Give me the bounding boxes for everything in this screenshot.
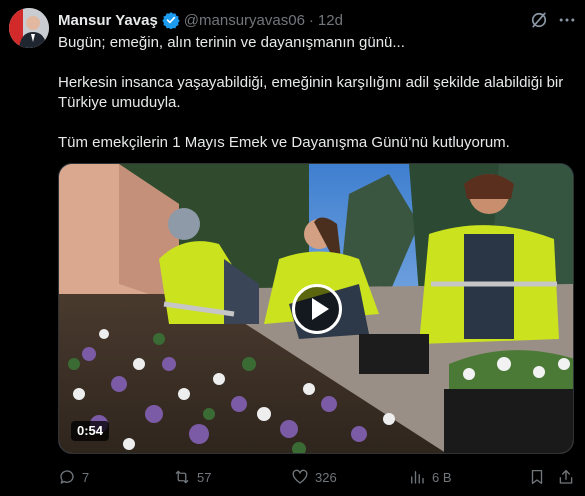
tweet[interactable]: Mansur Yavaş @mansuryavas06 · 12d Bugün;… (0, 0, 585, 496)
avatar[interactable] (9, 8, 49, 48)
tweet-text-line: Tüm emekçilerin 1 Mayıs Emek ve Dayanışm… (58, 134, 510, 151)
author-handle[interactable]: @mansuryavas06 (184, 12, 305, 29)
grok-icon[interactable] (529, 10, 549, 30)
play-icon[interactable] (292, 284, 342, 334)
like-icon (292, 469, 308, 484)
tweet-text-line: Türkiye umuduyla. (58, 94, 181, 111)
views-icon (411, 471, 424, 484)
video-player[interactable]: 0:54 (58, 163, 574, 454)
views-button[interactable]: 6 B (408, 466, 452, 488)
repost-count: 57 (197, 469, 212, 485)
video-duration: 0:54 (71, 421, 110, 441)
tweet-text: Bugün; emeğin, alın terinin ve dayanışma… (58, 33, 578, 153)
views-count: 6 B (432, 469, 452, 485)
repost-button[interactable]: 57 (173, 466, 211, 488)
reply-icon (60, 470, 74, 484)
timestamp[interactable]: 12d (318, 12, 343, 29)
reply-count: 7 (82, 469, 90, 485)
like-button[interactable]: 326 (291, 466, 337, 488)
action-bar: 7 57 326 6 B (58, 466, 578, 488)
like-count: 326 (315, 469, 337, 485)
verified-badge-icon (162, 12, 180, 29)
bookmark-button[interactable] (528, 466, 552, 488)
tweet-text-line: Herkesin insanca yaşayabildiği, emeğinin… (58, 74, 564, 91)
author-name[interactable]: Mansur Yavaş (58, 12, 158, 29)
share-icon (559, 469, 573, 484)
tweet-text-line: Bugün; emeğin, alın terinin ve dayanışma… (58, 34, 405, 51)
share-button[interactable] (557, 466, 581, 488)
bookmark-icon (531, 469, 543, 485)
reply-button[interactable]: 7 (58, 466, 89, 488)
repost-icon (175, 470, 189, 484)
tweet-header: Mansur Yavaş @mansuryavas06 · 12d (58, 10, 343, 30)
more-icon[interactable] (557, 10, 577, 30)
separator-dot: · (308, 11, 314, 29)
